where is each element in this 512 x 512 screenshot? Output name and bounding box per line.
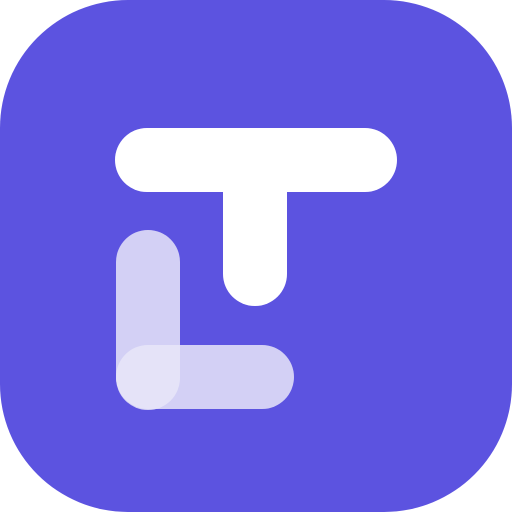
app-icon <box>0 0 512 512</box>
l-mark-base <box>116 345 294 409</box>
t-mark-stem <box>223 160 287 306</box>
